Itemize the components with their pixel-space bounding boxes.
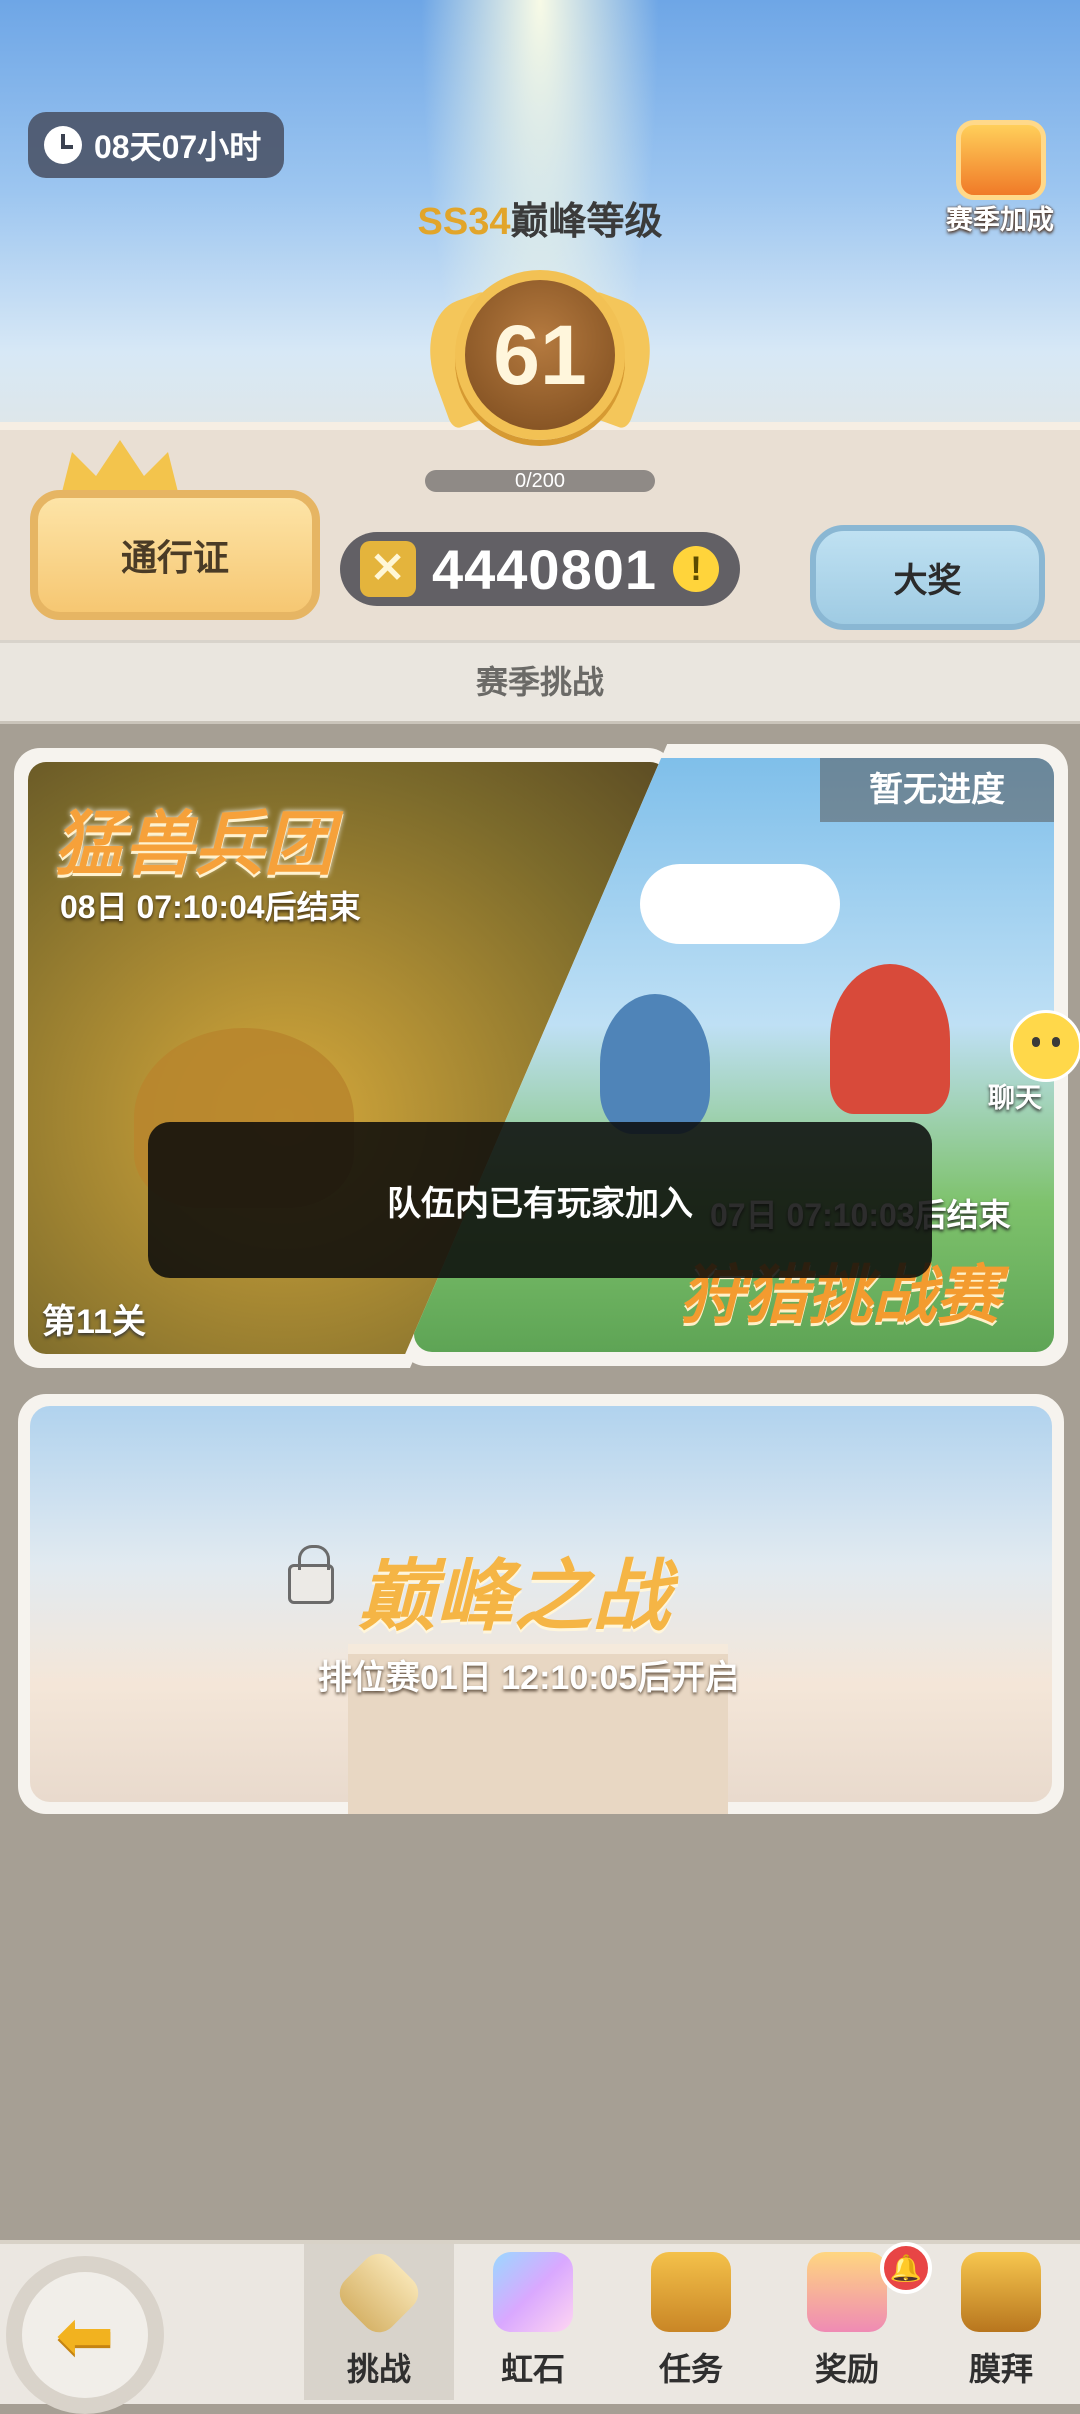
- event-status-badge: 暂无进度: [820, 758, 1054, 822]
- grand-prize-button[interactable]: 大奖: [810, 525, 1045, 630]
- cloud-decoration: [640, 864, 840, 944]
- nav-tab-challenge[interactable]: 挑战: [304, 2244, 454, 2400]
- peak-battle-countdown: 排位赛01日 12:10:05后开启: [318, 1659, 740, 1697]
- peak-battle-title: 巅峰之战: [358, 1552, 671, 1640]
- toast-message: 队伍内已有玩家加入: [148, 1122, 932, 1278]
- nav-tab-label: 虹石: [500, 2351, 565, 2387]
- task-scroll-icon: [651, 2252, 731, 2332]
- nav-tab-rainbow-stone[interactable]: 虹石: [458, 2244, 608, 2400]
- rank-progress: 0/200: [425, 470, 655, 492]
- trophy-shield-icon: [956, 120, 1046, 200]
- season-title-text: 巅峰等级: [510, 201, 663, 243]
- lock-icon: [288, 1545, 334, 1604]
- season-boost-label: 赛季加成: [946, 205, 1054, 235]
- season-timer: 08天07小时: [28, 112, 284, 178]
- red-dinosaur-illustration: [830, 964, 950, 1114]
- season-boost-button[interactable]: 赛季加成: [930, 110, 1070, 240]
- notification-bell-icon: 🔔: [880, 2242, 932, 2294]
- points-value: 4440801: [432, 537, 658, 601]
- gift-box-icon: [807, 2252, 887, 2332]
- season-prefix: SS34: [417, 201, 511, 243]
- nav-tab-label: 挑战: [346, 2351, 411, 2387]
- pass-button[interactable]: 通行证: [30, 490, 320, 620]
- points-display: 4440801 !: [340, 532, 740, 606]
- section-title: 赛季挑战: [0, 640, 1080, 724]
- season-title: SS34巅峰等级: [350, 190, 730, 245]
- crossed-swords-icon: [360, 541, 416, 597]
- golden-statue-icon: [961, 2252, 1041, 2332]
- peak-battle-card[interactable]: 巅峰之战 排位赛01日 12:10:05后开启: [18, 1394, 1064, 1814]
- info-icon[interactable]: !: [673, 546, 720, 592]
- nav-tab-label: 膜拜: [968, 2351, 1033, 2387]
- event-stage: 第11关: [42, 1303, 146, 1341]
- nav-tab-label: 任务: [658, 2351, 723, 2387]
- chat-button[interactable]: 聊天: [972, 1004, 1080, 1114]
- smiley-chat-icon: [1010, 1010, 1080, 1082]
- crossed-swords-icon: [332, 2246, 426, 2340]
- chat-label: 聊天: [988, 1083, 1042, 1113]
- back-arrow-icon: ⬅: [22, 2272, 148, 2398]
- back-button[interactable]: ⬅: [6, 2256, 164, 2414]
- nav-tab-label: 奖励: [814, 2351, 879, 2387]
- nav-tab-tasks[interactable]: 任务: [616, 2244, 766, 2400]
- event-title: 猛兽兵团: [54, 805, 334, 883]
- wolf-hunter-illustration: [600, 994, 710, 1134]
- event-timer: 08日 07:10:04后结束: [60, 889, 361, 925]
- rainbow-gem-icon: [493, 2252, 573, 2332]
- clock-icon: [44, 126, 82, 164]
- nav-tab-worship[interactable]: 膜拜: [926, 2244, 1076, 2400]
- rank-badge[interactable]: 61: [455, 270, 625, 440]
- season-timer-text: 08天07小时: [94, 129, 262, 165]
